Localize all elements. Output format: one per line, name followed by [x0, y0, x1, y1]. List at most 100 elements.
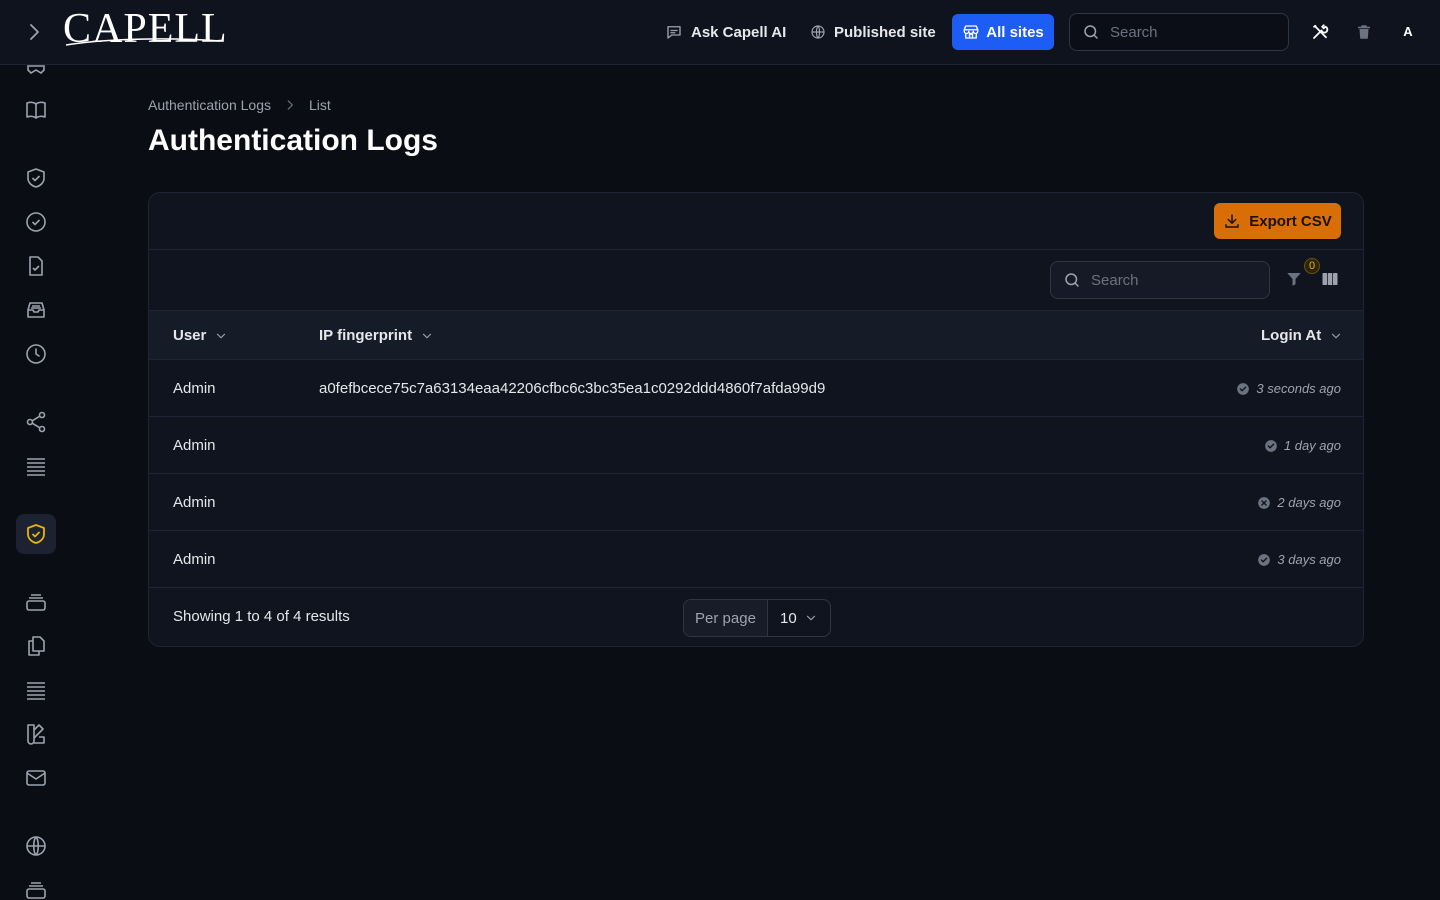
tools-button[interactable] [1311, 23, 1329, 41]
filter-count-badge: 0 [1304, 258, 1321, 274]
cell-login-at: 3 seconds ago [1236, 381, 1341, 396]
cell-ip-fingerprint: a0fefbcece75c7a63134eaa42206cfbc6c3bc35e… [319, 380, 826, 397]
logo-swoosh [65, 38, 221, 46]
sidebar-item-share[interactable] [24, 410, 48, 434]
per-page-label: Per page [684, 600, 768, 636]
shield-check-active-icon [27, 524, 45, 544]
cell-login-at: 2 days ago [1257, 495, 1341, 510]
published-site-label: Published site [834, 23, 936, 41]
logs-table-card: Export CSV Search 0 User IP fingerprint … [148, 192, 1364, 647]
cell-login-at: 3 days ago [1257, 552, 1341, 567]
book-icon [26, 101, 46, 119]
sidebar-item-stack-2[interactable] [24, 878, 48, 900]
stack-icon [26, 594, 46, 611]
sidebar-item-documents[interactable] [24, 254, 48, 278]
sidebar-item-authentication-logs-icon [24, 522, 48, 546]
global-search-input[interactable]: Search [1069, 13, 1289, 51]
all-sites-label: All sites [986, 23, 1044, 41]
table-header: User IP fingerprint Login At [149, 311, 1363, 360]
login-at-text: 3 days ago [1277, 552, 1341, 567]
export-csv-label: Export CSV [1249, 212, 1332, 230]
sidebar-item-themes[interactable] [24, 722, 48, 746]
column-header-ip[interactable]: IP fingerprint [319, 327, 434, 344]
shield-check-icon [27, 168, 45, 188]
sidebar-item-book[interactable] [24, 98, 48, 122]
download-icon [1223, 212, 1241, 230]
copy-icon [28, 636, 45, 656]
table-row[interactable]: Admin 2 days ago [149, 474, 1363, 531]
sidebar-item-sites[interactable] [24, 834, 48, 858]
sidebar-item-list[interactable] [24, 454, 48, 478]
table-search-input[interactable]: Search [1050, 261, 1270, 299]
avatar[interactable]: A [1396, 20, 1420, 44]
sidebar-item-bookmark[interactable] [24, 56, 48, 80]
card-header: Export CSV [149, 193, 1363, 250]
login-at-text: 1 day ago [1283, 438, 1341, 453]
filter-button[interactable] [1285, 270, 1303, 288]
column-header-user[interactable]: User [173, 327, 228, 344]
per-page-value: 10 [780, 609, 797, 627]
export-csv-button[interactable]: Export CSV [1214, 203, 1341, 239]
cell-user: Admin [173, 494, 216, 511]
sidebar-item-mail[interactable] [24, 766, 48, 790]
check-circle-icon [1236, 382, 1250, 396]
inbox-icon [27, 302, 45, 318]
sidebar-expand-button[interactable] [22, 20, 46, 44]
results-summary: Showing 1 to 4 of 4 results [173, 608, 350, 625]
sidebar-item-history[interactable] [24, 342, 48, 366]
list-icon [27, 682, 45, 700]
stack-icon [26, 882, 46, 899]
pagination-footer: Showing 1 to 4 of 4 results Per page 10 [149, 588, 1363, 646]
breadcrumb-parent[interactable]: Authentication Logs [148, 97, 271, 113]
column-toggle-button[interactable] [1321, 270, 1339, 288]
per-page-select[interactable]: 10 [768, 600, 830, 636]
check-circle-icon [1264, 439, 1278, 453]
table-row[interactable]: Admin 1 day ago [149, 417, 1363, 474]
chevron-down-icon [214, 329, 228, 343]
column-header-label: Login At [1261, 327, 1322, 344]
table-search-placeholder: Search [1091, 271, 1139, 289]
trash-button[interactable] [1355, 23, 1373, 41]
view-columns-icon [1322, 273, 1338, 285]
sidebar-item-copy[interactable] [24, 634, 48, 658]
mail-icon [26, 770, 46, 786]
sidebar-item-inbox[interactable] [24, 298, 48, 322]
top-bar: CAPELL Ask Capell AI Published site All … [0, 0, 1440, 65]
share-icon [26, 411, 46, 433]
globe-icon [26, 836, 46, 856]
table-row[interactable]: Admin a0fefbcece75c7a63134eaa42206cfbc6c… [149, 360, 1363, 417]
column-header-login-at[interactable]: Login At [1261, 327, 1343, 344]
published-site-link[interactable]: Published site [810, 21, 936, 43]
bookmark-icon [27, 65, 45, 75]
trash-icon [1358, 25, 1370, 39]
table-row[interactable]: Admin 3 days ago [149, 531, 1363, 588]
chevron-right-icon [30, 24, 39, 40]
funnel-icon [1287, 273, 1301, 286]
column-header-label: User [173, 327, 207, 344]
globe-icon [810, 24, 826, 40]
storefront-icon [962, 23, 980, 41]
cell-user: Admin [173, 380, 216, 397]
all-sites-button[interactable]: All sites [952, 14, 1054, 50]
sidebar-item-stack[interactable] [24, 590, 48, 614]
search-placeholder: Search [1110, 23, 1158, 41]
sidebar-item-approvals[interactable] [24, 210, 48, 234]
login-at-text: 2 days ago [1277, 495, 1341, 510]
table-toolbar: Search 0 [149, 250, 1363, 311]
list-icon [27, 458, 45, 476]
cell-user: Admin [173, 551, 216, 568]
cell-login-at: 1 day ago [1264, 438, 1341, 453]
clock-icon [26, 344, 46, 364]
breadcrumb: Authentication Logs List [148, 97, 331, 113]
breadcrumb-current: List [308, 97, 331, 113]
login-at-text: 3 seconds ago [1256, 381, 1341, 396]
chevron-down-icon [420, 329, 434, 343]
sidebar-item-security[interactable] [24, 166, 48, 190]
ask-ai-link[interactable]: Ask Capell AI [665, 21, 786, 43]
chevron-right-icon [283, 98, 297, 112]
sidebar-item-list-2[interactable] [24, 678, 48, 702]
column-header-label: IP fingerprint [319, 327, 413, 344]
chat-bubble-icon [665, 23, 683, 41]
document-check-icon [29, 256, 43, 276]
wrench-screwdriver-icon [1313, 24, 1329, 39]
